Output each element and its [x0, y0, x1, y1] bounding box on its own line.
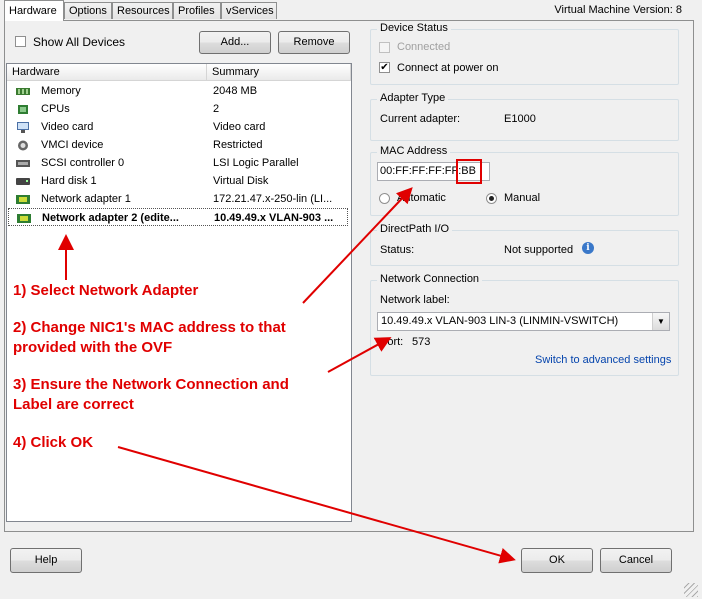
- arrow-3: [327, 337, 392, 373]
- annotation-arrows: [58, 187, 516, 564]
- arrow-2: [302, 187, 413, 304]
- tab-hardware[interactable]: Hardware: [4, 0, 64, 21]
- arrow-4: [117, 446, 516, 564]
